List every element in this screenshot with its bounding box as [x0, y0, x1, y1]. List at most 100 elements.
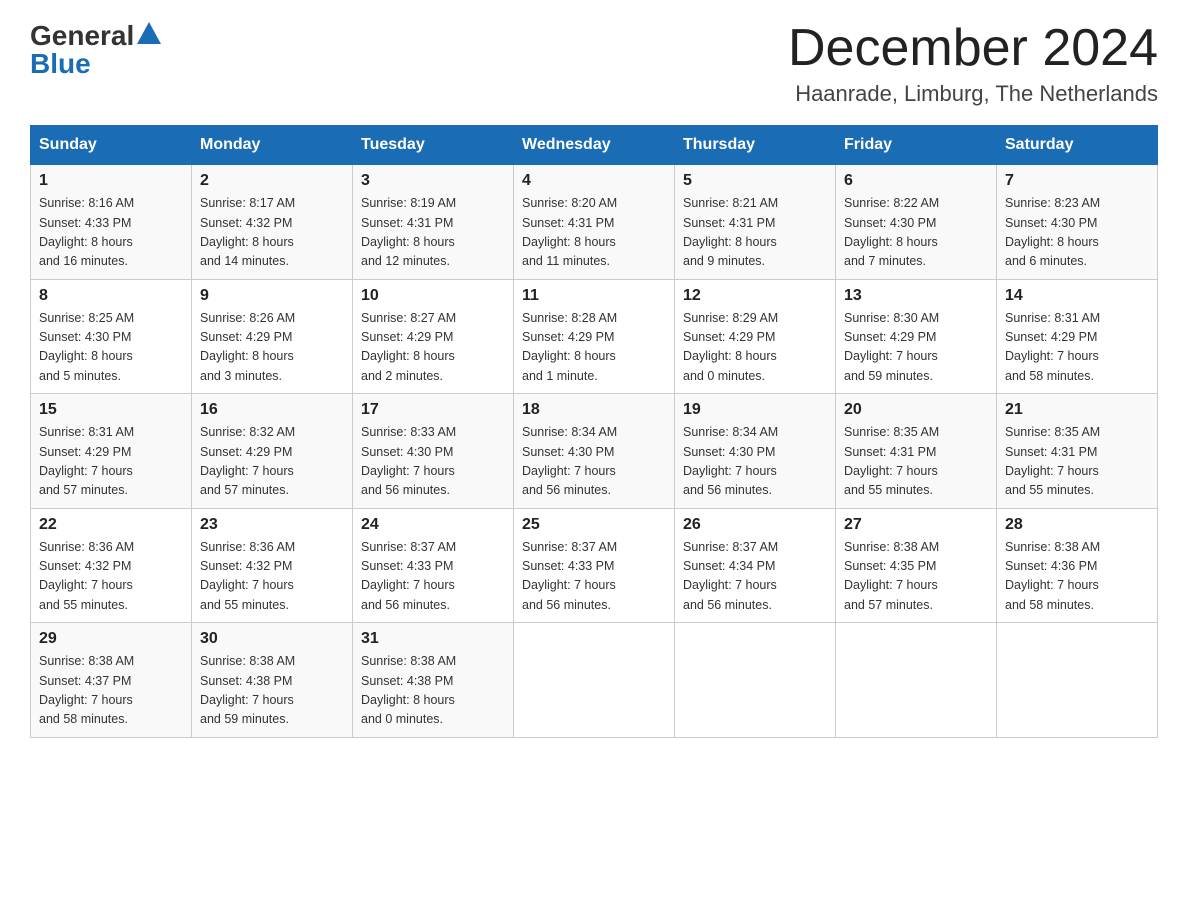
day-info: Sunrise: 8:28 AMSunset: 4:29 PMDaylight:… — [522, 309, 666, 387]
day-info: Sunrise: 8:35 AMSunset: 4:31 PMDaylight:… — [844, 423, 988, 501]
day-of-week-header: Saturday — [997, 126, 1158, 165]
calendar-day-cell: 25 Sunrise: 8:37 AMSunset: 4:33 PMDayligh… — [514, 508, 675, 623]
calendar-day-cell: 13 Sunrise: 8:30 AMSunset: 4:29 PMDayligh… — [836, 279, 997, 394]
day-number: 30 — [200, 630, 344, 648]
day-info: Sunrise: 8:30 AMSunset: 4:29 PMDaylight:… — [844, 309, 988, 387]
calendar-day-cell: 11Sunrise: 8:28 AMSunset: 4:29 PMDayligh… — [514, 279, 675, 394]
day-info: Sunrise: 8:36 AMSunset: 4:32 PMDaylight:… — [200, 538, 344, 616]
day-of-week-header: Wednesday — [514, 126, 675, 165]
calendar-day-cell: 1 Sunrise: 8:16 AMSunset: 4:33 PMDaylight… — [31, 165, 192, 280]
day-info: Sunrise: 8:19 AMSunset: 4:31 PMDaylight:… — [361, 194, 505, 272]
day-number: 24 — [361, 516, 505, 534]
day-info: Sunrise: 8:25 AMSunset: 4:30 PMDaylight:… — [39, 309, 183, 387]
day-info: Sunrise: 8:32 AMSunset: 4:29 PMDaylight:… — [200, 423, 344, 501]
day-info: Sunrise: 8:27 AMSunset: 4:29 PMDaylight:… — [361, 309, 505, 387]
day-number: 13 — [844, 287, 988, 305]
calendar-week-row: 1 Sunrise: 8:16 AMSunset: 4:33 PMDaylight… — [31, 165, 1158, 280]
calendar-table: SundayMondayTuesdayWednesdayThursdayFrid… — [30, 125, 1158, 738]
day-number: 18 — [522, 401, 666, 419]
calendar-day-cell: 8 Sunrise: 8:25 AMSunset: 4:30 PMDaylight… — [31, 279, 192, 394]
day-info: Sunrise: 8:37 AMSunset: 4:33 PMDaylight:… — [522, 538, 666, 616]
calendar-day-cell — [997, 623, 1158, 738]
day-of-week-header: Tuesday — [353, 126, 514, 165]
calendar-week-row: 22 Sunrise: 8:36 AMSunset: 4:32 PMDayligh… — [31, 508, 1158, 623]
calendar-day-cell: 12 Sunrise: 8:29 AMSunset: 4:29 PMDayligh… — [675, 279, 836, 394]
day-info: Sunrise: 8:38 AMSunset: 4:38 PMDaylight:… — [361, 652, 505, 730]
day-number: 7 — [1005, 172, 1149, 190]
day-info: Sunrise: 8:31 AMSunset: 4:29 PMDaylight:… — [39, 423, 183, 501]
day-number: 10 — [361, 287, 505, 305]
calendar-week-row: 15 Sunrise: 8:31 AMSunset: 4:29 PMDayligh… — [31, 394, 1158, 509]
day-info: Sunrise: 8:38 AMSunset: 4:37 PMDaylight:… — [39, 652, 183, 730]
day-info: Sunrise: 8:38 AMSunset: 4:35 PMDaylight:… — [844, 538, 988, 616]
calendar-day-cell: 6 Sunrise: 8:22 AMSunset: 4:30 PMDaylight… — [836, 165, 997, 280]
calendar-day-cell: 19 Sunrise: 8:34 AMSunset: 4:30 PMDayligh… — [675, 394, 836, 509]
day-info: Sunrise: 8:33 AMSunset: 4:30 PMDaylight:… — [361, 423, 505, 501]
title-block: December 2024 Haanrade, Limburg, The Net… — [788, 20, 1158, 107]
day-number: 23 — [200, 516, 344, 534]
day-number: 27 — [844, 516, 988, 534]
day-of-week-header: Thursday — [675, 126, 836, 165]
calendar-day-cell: 16 Sunrise: 8:32 AMSunset: 4:29 PMDayligh… — [192, 394, 353, 509]
day-number: 16 — [200, 401, 344, 419]
location-subtitle: Haanrade, Limburg, The Netherlands — [788, 81, 1158, 107]
day-info: Sunrise: 8:37 AMSunset: 4:34 PMDaylight:… — [683, 538, 827, 616]
calendar-day-cell: 30 Sunrise: 8:38 AMSunset: 4:38 PMDayligh… — [192, 623, 353, 738]
calendar-day-cell — [675, 623, 836, 738]
day-number: 26 — [683, 516, 827, 534]
calendar-day-cell: 9 Sunrise: 8:26 AMSunset: 4:29 PMDaylight… — [192, 279, 353, 394]
calendar-day-cell: 10 Sunrise: 8:27 AMSunset: 4:29 PMDayligh… — [353, 279, 514, 394]
month-year-title: December 2024 — [788, 20, 1158, 77]
day-number: 12 — [683, 287, 827, 305]
day-number: 22 — [39, 516, 183, 534]
day-number: 28 — [1005, 516, 1149, 534]
day-number: 3 — [361, 172, 505, 190]
day-number: 2 — [200, 172, 344, 190]
page-header: General Blue December 2024 Haanrade, Lim… — [30, 20, 1158, 107]
day-info: Sunrise: 8:16 AMSunset: 4:33 PMDaylight:… — [39, 194, 183, 272]
calendar-day-cell: 18 Sunrise: 8:34 AMSunset: 4:30 PMDayligh… — [514, 394, 675, 509]
logo: General Blue — [30, 20, 161, 80]
day-info: Sunrise: 8:23 AMSunset: 4:30 PMDaylight:… — [1005, 194, 1149, 272]
day-number: 20 — [844, 401, 988, 419]
day-number: 9 — [200, 287, 344, 305]
day-info: Sunrise: 8:34 AMSunset: 4:30 PMDaylight:… — [522, 423, 666, 501]
day-info: Sunrise: 8:17 AMSunset: 4:32 PMDaylight:… — [200, 194, 344, 272]
day-info: Sunrise: 8:38 AMSunset: 4:38 PMDaylight:… — [200, 652, 344, 730]
day-number: 8 — [39, 287, 183, 305]
day-number: 29 — [39, 630, 183, 648]
day-info: Sunrise: 8:31 AMSunset: 4:29 PMDaylight:… — [1005, 309, 1149, 387]
day-number: 6 — [844, 172, 988, 190]
day-number: 1 — [39, 172, 183, 190]
day-info: Sunrise: 8:29 AMSunset: 4:29 PMDaylight:… — [683, 309, 827, 387]
day-info: Sunrise: 8:37 AMSunset: 4:33 PMDaylight:… — [361, 538, 505, 616]
calendar-day-cell: 28 Sunrise: 8:38 AMSunset: 4:36 PMDayligh… — [997, 508, 1158, 623]
calendar-day-cell: 15 Sunrise: 8:31 AMSunset: 4:29 PMDayligh… — [31, 394, 192, 509]
calendar-week-row: 8 Sunrise: 8:25 AMSunset: 4:30 PMDaylight… — [31, 279, 1158, 394]
logo-triangle-icon — [137, 22, 161, 44]
day-number: 19 — [683, 401, 827, 419]
calendar-day-cell: 2 Sunrise: 8:17 AMSunset: 4:32 PMDaylight… — [192, 165, 353, 280]
day-info: Sunrise: 8:34 AMSunset: 4:30 PMDaylight:… — [683, 423, 827, 501]
calendar-day-cell: 23 Sunrise: 8:36 AMSunset: 4:32 PMDayligh… — [192, 508, 353, 623]
calendar-day-cell: 14Sunrise: 8:31 AMSunset: 4:29 PMDayligh… — [997, 279, 1158, 394]
day-info: Sunrise: 8:35 AMSunset: 4:31 PMDaylight:… — [1005, 423, 1149, 501]
calendar-day-cell: 22Sunrise: 8:36 AMSunset: 4:32 PMDayligh… — [31, 508, 192, 623]
calendar-day-cell: 3 Sunrise: 8:19 AMSunset: 4:31 PMDaylight… — [353, 165, 514, 280]
calendar-day-cell: 20 Sunrise: 8:35 AMSunset: 4:31 PMDayligh… — [836, 394, 997, 509]
day-info: Sunrise: 8:22 AMSunset: 4:30 PMDaylight:… — [844, 194, 988, 272]
day-of-week-header: Monday — [192, 126, 353, 165]
calendar-day-cell: 17 Sunrise: 8:33 AMSunset: 4:30 PMDayligh… — [353, 394, 514, 509]
calendar-day-cell — [514, 623, 675, 738]
day-info: Sunrise: 8:26 AMSunset: 4:29 PMDaylight:… — [200, 309, 344, 387]
day-number: 17 — [361, 401, 505, 419]
day-number: 15 — [39, 401, 183, 419]
calendar-header-row: SundayMondayTuesdayWednesdayThursdayFrid… — [31, 126, 1158, 165]
day-number: 25 — [522, 516, 666, 534]
calendar-day-cell: 7 Sunrise: 8:23 AMSunset: 4:30 PMDaylight… — [997, 165, 1158, 280]
day-info: Sunrise: 8:21 AMSunset: 4:31 PMDaylight:… — [683, 194, 827, 272]
calendar-day-cell: 5 Sunrise: 8:21 AMSunset: 4:31 PMDaylight… — [675, 165, 836, 280]
calendar-day-cell: 31Sunrise: 8:38 AMSunset: 4:38 PMDayligh… — [353, 623, 514, 738]
day-info: Sunrise: 8:38 AMSunset: 4:36 PMDaylight:… — [1005, 538, 1149, 616]
day-number: 5 — [683, 172, 827, 190]
